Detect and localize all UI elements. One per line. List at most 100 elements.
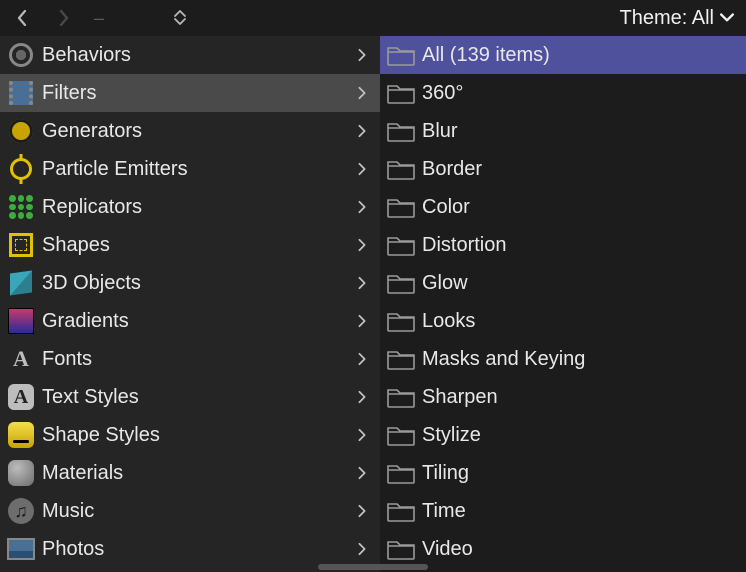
path-separator: – xyxy=(94,8,104,29)
chevron-right-icon xyxy=(354,390,370,404)
scrollbar-thumb[interactable] xyxy=(318,564,428,570)
chevron-left-icon xyxy=(16,10,28,26)
folder-icon xyxy=(386,306,416,336)
folder-icon xyxy=(386,344,416,374)
subcategory-row[interactable]: Masks and Keying xyxy=(380,340,746,378)
particles-icon xyxy=(6,154,36,184)
toolbar: – Theme: All xyxy=(0,0,746,36)
category-label: 3D Objects xyxy=(42,272,354,295)
category-row-replicators[interactable]: Replicators xyxy=(0,188,380,226)
category-row-fonts[interactable]: AFonts xyxy=(0,340,380,378)
theme-picker-label: Theme: All xyxy=(620,7,714,30)
category-row-textstyles[interactable]: AText Styles xyxy=(0,378,380,416)
horizontal-scrollbar[interactable] xyxy=(0,564,746,570)
subcategory-row[interactable]: Color xyxy=(380,188,746,226)
folder-icon xyxy=(386,154,416,184)
subcategory-row[interactable]: Looks xyxy=(380,302,746,340)
subcategory-row[interactable]: Time xyxy=(380,492,746,530)
category-row-behaviors[interactable]: Behaviors xyxy=(0,36,380,74)
subcategory-label: Tiling xyxy=(422,462,746,485)
category-label: Filters xyxy=(42,82,354,105)
subcategory-row[interactable]: Distortion xyxy=(380,226,746,264)
behaviors-icon xyxy=(6,40,36,70)
subcategory-label: Sharpen xyxy=(422,386,746,409)
subcategory-row[interactable]: Tiling xyxy=(380,454,746,492)
subcategory-label: Looks xyxy=(422,310,746,333)
folder-icon xyxy=(386,458,416,488)
subcategory-label: Time xyxy=(422,500,746,523)
category-label: Particle Emitters xyxy=(42,158,354,181)
subcategory-row[interactable]: All (139 items) xyxy=(380,36,746,74)
library-browser: Behaviors Filters Generators Particle Emitt… xyxy=(0,36,746,572)
chevron-right-icon xyxy=(354,162,370,176)
subcategory-label: Border xyxy=(422,158,746,181)
subcategory-label: Color xyxy=(422,196,746,219)
3dobjects-icon xyxy=(6,268,36,298)
chevron-right-icon xyxy=(354,466,370,480)
category-label: Shapes xyxy=(42,234,354,257)
folder-icon xyxy=(386,192,416,222)
category-row-materials[interactable]: Materials xyxy=(0,454,380,492)
chevron-right-icon xyxy=(354,428,370,442)
subcategory-row[interactable]: Border xyxy=(380,150,746,188)
category-label: Generators xyxy=(42,120,354,143)
category-column: Behaviors Filters Generators Particle Emitt… xyxy=(0,36,380,572)
chevron-right-icon xyxy=(354,86,370,100)
folder-icon xyxy=(386,382,416,412)
subcategory-label: Masks and Keying xyxy=(422,348,746,371)
theme-picker[interactable]: Theme: All xyxy=(620,7,736,30)
subcategory-row[interactable]: Video xyxy=(380,530,746,568)
chevron-right-icon xyxy=(354,504,370,518)
sort-stepper[interactable] xyxy=(174,9,186,26)
subcategory-label: 360° xyxy=(422,82,746,105)
subcategory-row[interactable]: 360° xyxy=(380,74,746,112)
subcategory-row[interactable]: Stylize xyxy=(380,416,746,454)
fonts-icon: A xyxy=(6,344,36,374)
gradients-icon xyxy=(6,306,36,336)
category-row-filters[interactable]: Filters xyxy=(0,74,380,112)
chevron-right-icon xyxy=(354,200,370,214)
category-label: Replicators xyxy=(42,196,354,219)
subcategory-label: Distortion xyxy=(422,234,746,257)
subcategory-label: Glow xyxy=(422,272,746,295)
chevron-right-icon xyxy=(58,10,70,26)
replicators-icon xyxy=(6,192,36,222)
subcategory-row[interactable]: Blur xyxy=(380,112,746,150)
category-row-generators[interactable]: Generators xyxy=(0,112,380,150)
subcategory-column: All (139 items) 360° Blur Border Color Distor… xyxy=(380,36,746,572)
chevron-down-icon xyxy=(720,13,734,23)
music-icon: ♫ xyxy=(6,496,36,526)
shapestyles-icon xyxy=(6,420,36,450)
folder-icon xyxy=(386,78,416,108)
chevron-right-icon xyxy=(354,314,370,328)
category-label: Shape Styles xyxy=(42,424,354,447)
textstyles-icon: A xyxy=(6,382,36,412)
chevron-right-icon xyxy=(354,542,370,556)
folder-icon xyxy=(386,230,416,260)
chevron-right-icon xyxy=(354,352,370,366)
subcategory-label: Video xyxy=(422,538,746,561)
subcategory-row[interactable]: Glow xyxy=(380,264,746,302)
category-row-gradients[interactable]: Gradients xyxy=(0,302,380,340)
chevron-right-icon xyxy=(354,48,370,62)
nav-back-button[interactable] xyxy=(10,6,34,30)
folder-icon xyxy=(386,116,416,146)
chevron-up-icon xyxy=(174,9,186,17)
category-row-3dobjects[interactable]: 3D Objects xyxy=(0,264,380,302)
shapes-icon xyxy=(6,230,36,260)
category-row-shapes[interactable]: Shapes xyxy=(0,226,380,264)
category-label: Gradients xyxy=(42,310,354,333)
category-label: Materials xyxy=(42,462,354,485)
category-row-photos[interactable]: Photos xyxy=(0,530,380,568)
category-row-particles[interactable]: Particle Emitters xyxy=(0,150,380,188)
category-row-shapestyles[interactable]: Shape Styles xyxy=(0,416,380,454)
subcategory-label: All (139 items) xyxy=(422,44,746,67)
filters-icon xyxy=(6,78,36,108)
chevron-right-icon xyxy=(354,238,370,252)
category-label: Music xyxy=(42,500,354,523)
materials-icon xyxy=(6,458,36,488)
nav-forward-button[interactable] xyxy=(52,6,76,30)
subcategory-row[interactable]: Sharpen xyxy=(380,378,746,416)
folder-icon xyxy=(386,268,416,298)
category-row-music[interactable]: ♫ Music xyxy=(0,492,380,530)
